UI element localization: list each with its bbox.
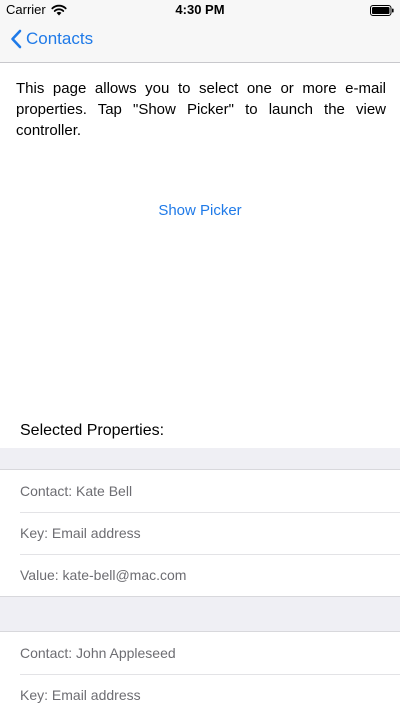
back-button-label: Contacts bbox=[26, 29, 94, 48]
intro-text: This page allows you to select one or mo… bbox=[16, 80, 386, 139]
value-cell[interactable]: Value: kate-bell@mac.com bbox=[0, 554, 400, 596]
selected-properties-title: Selected Properties: bbox=[20, 422, 165, 439]
contact-section: Contact: Kate Bell Key: Email address Va… bbox=[0, 469, 400, 597]
section-separator bbox=[0, 597, 400, 632]
contact-section: Contact: John Appleseed Key: Email addre… bbox=[0, 631, 400, 716]
navigation-bar: Contacts bbox=[0, 20, 400, 63]
key-cell[interactable]: Key: Email address bbox=[0, 512, 400, 554]
key-cell[interactable]: Key: Email address bbox=[0, 674, 400, 716]
battery-icon bbox=[370, 5, 394, 16]
status-bar: Carrier 4:30 PM bbox=[0, 0, 400, 20]
chevron-left-icon bbox=[11, 29, 22, 49]
back-button[interactable]: Contacts bbox=[10, 29, 93, 49]
status-time: 4:30 PM bbox=[175, 2, 225, 17]
contact-cell[interactable]: Contact: Kate Bell bbox=[0, 470, 400, 512]
section-separator bbox=[0, 448, 400, 470]
contact-cell[interactable]: Contact: John Appleseed bbox=[0, 632, 400, 674]
show-picker-button[interactable]: Show Picker bbox=[0, 202, 400, 219]
